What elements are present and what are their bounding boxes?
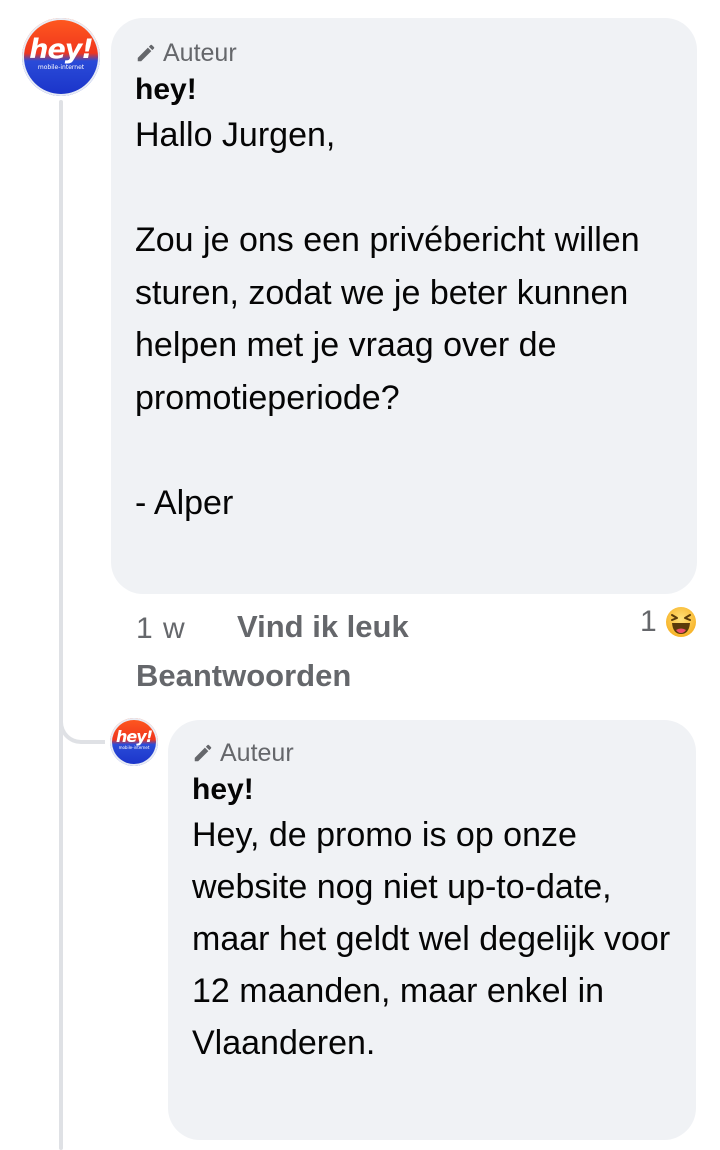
reaction-summary[interactable]: 1 bbox=[640, 604, 697, 640]
reply-bubble: Auteur hey! Hey, de promo is op onze web… bbox=[168, 720, 696, 1140]
reply-text: Hey, de promo is op onze website nog nie… bbox=[192, 816, 671, 1062]
reaction-count: 1 bbox=[640, 605, 657, 638]
hey-logo: hey! bbox=[29, 33, 93, 65]
pencil-icon bbox=[137, 44, 155, 62]
comment-bubble: Auteur hey! Hallo Jurgen, Zou je ons een… bbox=[111, 18, 697, 594]
pencil-icon bbox=[194, 744, 212, 762]
commenter-avatar[interactable]: hey! mobile-internet bbox=[22, 18, 100, 96]
like-button[interactable]: Vind ik leuk bbox=[237, 609, 409, 645]
hey-logo-subtitle: mobile-internet bbox=[118, 745, 150, 750]
comment-text: Hallo Jurgen, Zou je ons een privéberich… bbox=[135, 116, 640, 522]
thread-line bbox=[59, 100, 63, 1150]
hey-logo: hey! bbox=[116, 727, 153, 746]
comment-timestamp[interactable]: 1 w bbox=[136, 612, 186, 646]
author-badge-label: Auteur bbox=[220, 739, 294, 767]
author-badge: Auteur bbox=[135, 38, 673, 68]
haha-emoji-icon bbox=[665, 607, 696, 637]
reply-connector-line bbox=[59, 690, 105, 744]
author-badge-label: Auteur bbox=[163, 39, 237, 67]
reply-author-name[interactable]: hey! bbox=[192, 771, 672, 809]
hey-logo-subtitle: mobile-internet bbox=[37, 63, 85, 71]
comment-author-name[interactable]: hey! bbox=[135, 71, 673, 109]
reply-button[interactable]: Beantwoorden bbox=[136, 658, 351, 694]
reply-avatar[interactable]: hey! mobile-internet bbox=[110, 718, 158, 766]
author-badge: Auteur bbox=[192, 738, 672, 768]
